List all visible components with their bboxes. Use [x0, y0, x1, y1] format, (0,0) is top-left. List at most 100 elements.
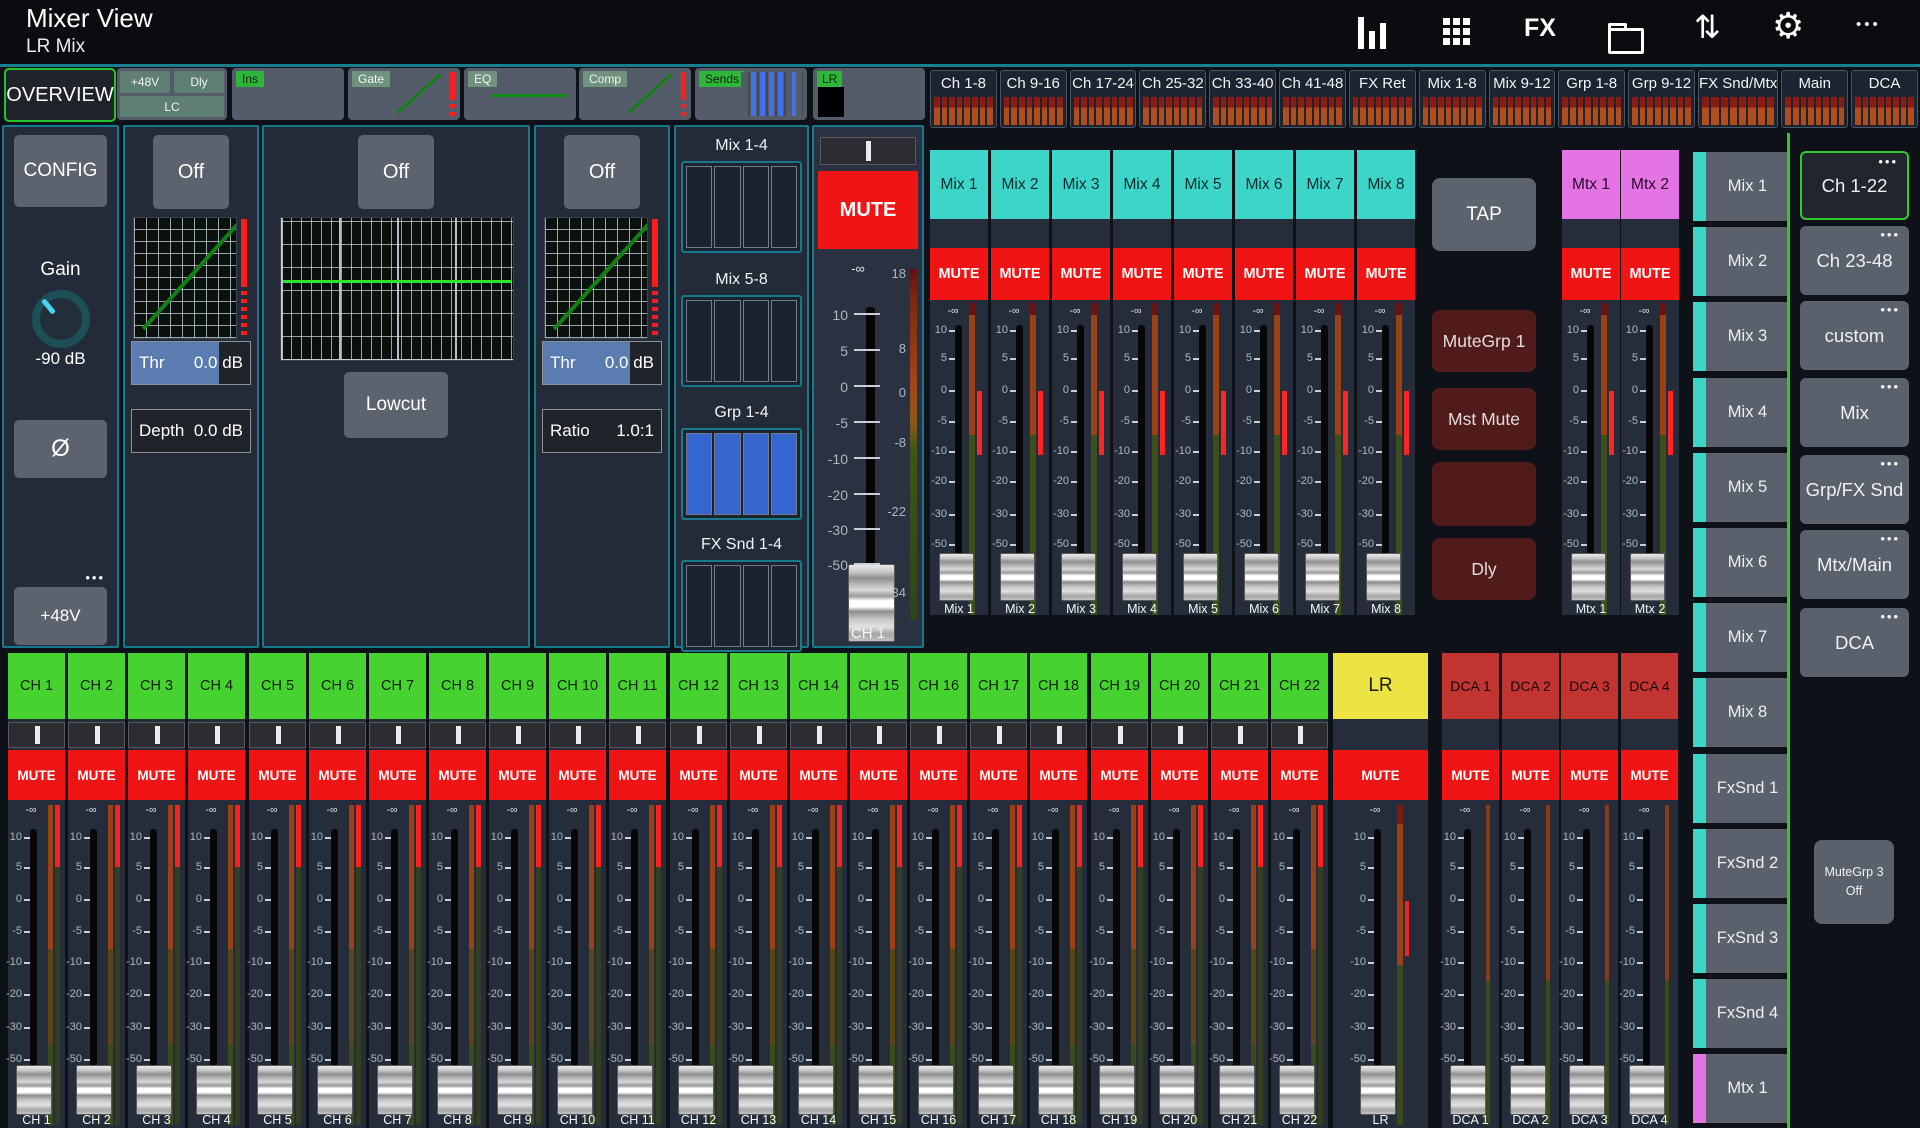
channel-header[interactable]: CH 14 — [790, 653, 847, 719]
gain-knob[interactable] — [32, 290, 90, 348]
pan-slider[interactable] — [489, 722, 546, 748]
mute-button[interactable]: MUTE — [1442, 750, 1499, 800]
meter-tab[interactable]: Grp 1-8 — [1558, 70, 1625, 128]
bus-list-item[interactable]: Mtx 1 — [1693, 1054, 1789, 1123]
mute-button[interactable]: MUTE — [1621, 750, 1678, 800]
channel-header[interactable]: CH 17 — [970, 653, 1027, 719]
bus-list-item[interactable]: Mix 1 — [1693, 152, 1789, 221]
mute-button[interactable]: MUTE — [1235, 248, 1293, 300]
fader-cap[interactable] — [1244, 553, 1279, 601]
mix-header[interactable]: Mix 8 — [1357, 150, 1415, 219]
phantom-button[interactable]: +48V — [120, 71, 170, 93]
pan-slider[interactable] — [910, 722, 967, 748]
bus-list-item[interactable]: Mix 7 — [1693, 603, 1789, 672]
mutegrp3-button[interactable]: MuteGrp 3 Off — [1814, 840, 1894, 924]
fader-cap[interactable] — [1629, 1065, 1665, 1115]
pan-slider[interactable] — [369, 722, 426, 748]
fader-cap[interactable] — [1122, 553, 1157, 601]
fader-cap[interactable] — [196, 1065, 232, 1115]
meter-tab[interactable]: Ch 1-8 — [930, 70, 997, 128]
pan-slider[interactable] — [549, 722, 606, 748]
mute-button[interactable]: MUTE — [930, 248, 988, 300]
comp-ratio-field[interactable]: Ratio 1.0:1 — [542, 409, 662, 453]
mute-button[interactable]: MUTE — [609, 750, 666, 800]
sends-block[interactable]: Sends — [695, 68, 807, 120]
mst-mute-button[interactable]: Mst Mute — [1432, 388, 1536, 450]
layer-button[interactable]: •••custom — [1800, 301, 1909, 370]
layer-button[interactable]: •••Ch 23-48 — [1800, 226, 1909, 295]
gate-threshold-field[interactable]: Thr 0.0 dB — [131, 341, 251, 385]
pan-slider[interactable] — [68, 722, 125, 748]
eq-lowcut-button[interactable]: Lowcut — [344, 372, 448, 438]
comp-graph[interactable] — [544, 217, 648, 339]
comp-off-button[interactable]: Off — [564, 135, 640, 209]
mute-button[interactable]: MUTE — [369, 750, 426, 800]
bus-list-item[interactable]: Mix 5 — [1693, 453, 1789, 522]
mute-button[interactable]: MUTE — [549, 750, 606, 800]
mute-button[interactable]: MUTE — [1562, 248, 1620, 300]
meter-tab[interactable]: Ch 25-32 — [1139, 70, 1206, 128]
mix-header[interactable]: Mix 6 — [1235, 150, 1293, 219]
channel-header[interactable]: CH 21 — [1211, 653, 1268, 719]
fader-cap[interactable] — [738, 1065, 774, 1115]
mix-header[interactable]: Mix 2 — [991, 150, 1049, 219]
mix-header[interactable]: Mix 7 — [1296, 150, 1354, 219]
eq-off-button[interactable]: Off — [358, 135, 434, 209]
fader-cap[interactable] — [918, 1065, 954, 1115]
channel-header[interactable]: CH 7 — [369, 653, 426, 719]
channel-header[interactable]: CH 3 — [128, 653, 185, 719]
pan-slider[interactable] — [188, 722, 245, 748]
channel-header[interactable]: CH 12 — [670, 653, 727, 719]
fader-cap[interactable] — [1000, 553, 1035, 601]
comp-threshold-field[interactable]: Thr 0.0 dB — [542, 341, 662, 385]
pan-slider[interactable] — [249, 722, 306, 748]
channel-header[interactable]: CH 4 — [188, 653, 245, 719]
pan-slider[interactable] — [309, 722, 366, 748]
channel-header[interactable]: CH 19 — [1091, 653, 1148, 719]
layer-button[interactable]: •••Grp/FX Snd — [1800, 455, 1909, 524]
layer-button[interactable]: •••Ch 1-22 — [1800, 151, 1909, 220]
fader-cap[interactable] — [1099, 1065, 1135, 1115]
fader-cap[interactable] — [1510, 1065, 1546, 1115]
mute-button[interactable]: MUTE — [8, 750, 65, 800]
fader-cap[interactable] — [1038, 1065, 1074, 1115]
mute-button[interactable]: MUTE — [1357, 248, 1415, 300]
mute-button[interactable]: MUTE — [910, 750, 967, 800]
delay-button[interactable]: Dly — [174, 71, 224, 93]
bus-list-item[interactable]: Mix 8 — [1693, 678, 1789, 747]
sort-arrows-icon[interactable]: ⇅ — [1694, 8, 1721, 46]
mute-button[interactable]: MUTE — [670, 750, 727, 800]
pan-slider[interactable] — [1151, 722, 1208, 748]
pan-slider[interactable] — [1091, 722, 1148, 748]
mix-header[interactable]: Mix 4 — [1113, 150, 1171, 219]
layer-button[interactable]: •••DCA — [1800, 608, 1909, 677]
pan-slider[interactable] — [609, 722, 666, 748]
channel-header[interactable]: CH 13 — [730, 653, 787, 719]
mute-button[interactable]: MUTE — [818, 171, 918, 249]
dca-header[interactable]: DCA 4 — [1621, 653, 1678, 719]
preamp-block[interactable]: +48V Dly LC — [117, 68, 227, 120]
dca-header[interactable]: DCA 3 — [1561, 653, 1618, 719]
pan-slider[interactable] — [1030, 722, 1087, 748]
fader-cap[interactable] — [257, 1065, 293, 1115]
fx-icon[interactable]: FX — [1524, 14, 1556, 43]
mute-button[interactable]: MUTE — [1113, 248, 1171, 300]
bus-list-item[interactable]: Mix 4 — [1693, 378, 1789, 447]
fader-cap[interactable] — [1571, 553, 1606, 601]
mute-button[interactable]: MUTE — [1174, 248, 1232, 300]
dca-header[interactable]: DCA 2 — [1502, 653, 1559, 719]
bus-list-item[interactable]: FxSnd 2 — [1693, 829, 1789, 898]
mute-button[interactable]: MUTE — [850, 750, 907, 800]
meter-tab[interactable]: FX Snd/Mtx — [1698, 70, 1778, 128]
fader-cap[interactable] — [1450, 1065, 1486, 1115]
mute-button[interactable]: MUTE — [128, 750, 185, 800]
meter-tab[interactable]: DCA — [1851, 70, 1918, 128]
fader-cap[interactable] — [1183, 553, 1218, 601]
pan-slider[interactable] — [1211, 722, 1268, 748]
eq-block[interactable]: EQ — [464, 68, 576, 120]
comp-block[interactable]: Comp — [579, 68, 691, 120]
fader-cap[interactable] — [939, 553, 974, 601]
pan-slider[interactable] — [1271, 722, 1328, 748]
mute-button[interactable]: MUTE — [1621, 248, 1679, 300]
bus-list-item[interactable]: Mix 6 — [1693, 528, 1789, 597]
